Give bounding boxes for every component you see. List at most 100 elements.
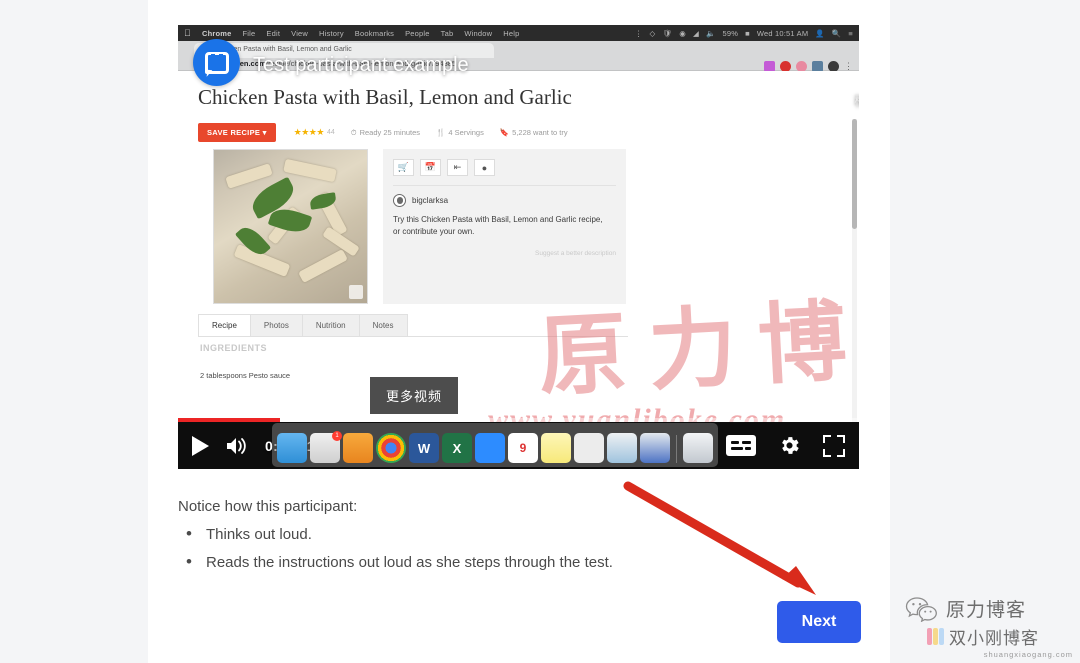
dock-item-screenshot-tool[interactable]	[574, 433, 604, 463]
blog-watermark-domain: shuangxiaogang.com	[983, 650, 1073, 659]
tab-nutrition[interactable]: Nutrition	[301, 314, 360, 336]
dock-label-excel: X	[452, 440, 462, 456]
dock-item-google-chrome[interactable]	[376, 433, 406, 463]
recipe-action-buttons: 🛒 📅 ⇤ ●	[383, 149, 626, 176]
author-username: bigclarksa	[412, 196, 449, 205]
next-button[interactable]: Next	[777, 601, 861, 643]
battery-icon[interactable]: ■	[745, 29, 750, 38]
dock-item-calendar[interactable]: 9	[508, 433, 538, 463]
menu-item-bookmarks[interactable]: Bookmarks	[355, 29, 394, 38]
cart-icon[interactable]: 🛒	[393, 159, 414, 176]
dropbox-icon[interactable]: ◇	[650, 29, 656, 38]
want-to-try-label: 5,228 want to try	[512, 128, 568, 137]
dock-item-sketch[interactable]	[607, 433, 637, 463]
instructions-block: Notice how this participant: Thinks out …	[178, 498, 738, 582]
bluetooth-icon[interactable]: ⋮	[635, 29, 643, 38]
apple-logo-icon: 	[184, 28, 191, 38]
save-recipe-label: SAVE RECIPE	[207, 128, 261, 137]
recipe-description: Try this Chicken Pasta with Basil, Lemon…	[393, 215, 603, 236]
calendar-icon[interactable]: 📅	[420, 159, 441, 176]
pasta-illustration	[214, 150, 367, 303]
recipe-meta-row: SAVE RECIPE ▾ ★★★★ 44 ⏱ Ready 25 minutes	[198, 123, 568, 142]
volume-icon	[225, 436, 249, 456]
menubar-clock[interactable]: Wed 10:51 AM	[757, 29, 808, 38]
recipe-rating: ★★★★ 44	[294, 127, 335, 138]
save-recipe-button[interactable]: SAVE RECIPE ▾	[198, 123, 276, 142]
dock-item-microsoft-word[interactable]: W	[409, 433, 439, 463]
menu-item-window[interactable]: Window	[464, 29, 492, 38]
next-button-label: Next	[801, 613, 837, 630]
servings-icon: 🍴	[436, 128, 446, 137]
suggest-description-link[interactable]: Suggest a better description	[383, 238, 626, 257]
mac-dock: 1 W X 9	[272, 423, 718, 467]
search-icon[interactable]: 🔍	[832, 29, 842, 38]
dock-item-zoom[interactable]	[475, 433, 505, 463]
menu-item-view[interactable]: View	[291, 29, 308, 38]
gear-icon[interactable]	[778, 434, 801, 457]
menu-item-file[interactable]: File	[243, 29, 256, 38]
tab-notes[interactable]: Notes	[358, 314, 408, 336]
dock-item-trash[interactable]	[683, 433, 713, 463]
wifi-icon[interactable]: ◢	[693, 29, 699, 38]
shield-icon[interactable]: 🛡	[663, 29, 673, 38]
watch-later-action[interactable]: 稍后观看	[854, 59, 859, 109]
menu-item-chrome[interactable]: Chrome	[202, 29, 232, 38]
recipe-author[interactable]: bigclarksa	[383, 186, 626, 207]
dock-item-preview[interactable]	[640, 433, 670, 463]
menu-item-tab[interactable]: Tab	[441, 29, 454, 38]
recipe-side-panel: 🛒 📅 ⇤ ● bigclarksa Try this Chicken Past…	[383, 149, 626, 304]
menu-item-help[interactable]: Help	[503, 29, 519, 38]
list-item: Reads the instructions out loud as she s…	[178, 552, 738, 572]
video-player[interactable]:  Chrome File Edit View History Bookmark…	[178, 25, 859, 469]
menu-item-history[interactable]: History	[319, 29, 344, 38]
dock-separator	[676, 435, 677, 463]
blog-watermark-subtitle: 双小刚博客	[949, 629, 1039, 648]
chevron-down-icon: ▾	[262, 128, 267, 137]
tab-recipe[interactable]: Recipe	[198, 314, 251, 336]
page-left-gutter	[0, 0, 148, 663]
volume-button[interactable]	[225, 436, 249, 456]
tab-photos[interactable]: Photos	[249, 314, 303, 336]
wechat-icon	[905, 596, 939, 622]
dock-item-microsoft-excel[interactable]: X	[442, 433, 472, 463]
bigoven-recipe-page: Chicken Pasta with Basil, Lemon and Garl…	[178, 71, 859, 469]
control-center-icon[interactable]: ≡	[848, 29, 853, 38]
recipe-want-to-try: 🔖 5,228 want to try	[500, 128, 568, 137]
page-right-gutter	[890, 0, 1080, 663]
photo-badge-icon	[349, 285, 363, 299]
recipe-tab-bar: Recipe Photos Nutrition Notes	[198, 314, 628, 337]
fullscreen-icon[interactable]	[823, 434, 845, 457]
menu-item-edit[interactable]: Edit	[266, 29, 280, 38]
stars-icon: ★★★★	[293, 127, 325, 137]
user-icon[interactable]: 👤	[815, 29, 825, 38]
recipe-servings: 🍴 4 Servings	[436, 128, 484, 137]
share-icon[interactable]: ⇤	[447, 159, 468, 176]
dock-item-finder[interactable]	[277, 433, 307, 463]
mac-menu-bar:  Chrome File Edit View History Bookmark…	[178, 25, 859, 41]
recipe-photo[interactable]	[213, 149, 368, 304]
page-scrollbar[interactable]	[852, 119, 857, 464]
ingredients-heading: INGREDIENTS	[200, 343, 268, 353]
dock-item-notes[interactable]	[541, 433, 571, 463]
closed-captions-icon[interactable]	[726, 435, 756, 456]
list-item: Thinks out loud.	[178, 524, 738, 544]
more-icon[interactable]: ●	[474, 159, 495, 176]
watch-later-label: 稍后观看	[854, 90, 859, 109]
ready-time-label: Ready 25 minutes	[359, 128, 421, 137]
screenshot-root:  Chrome File Edit View History Bookmark…	[0, 0, 1080, 663]
dock-label-calendar: 9	[519, 441, 527, 455]
dock-item-launchpad[interactable]: 1	[310, 431, 342, 463]
play-button[interactable]	[192, 435, 209, 456]
dock-item-notes-orange[interactable]	[343, 433, 373, 463]
recorded-screen:  Chrome File Edit View History Bookmark…	[178, 25, 859, 469]
servings-label: 4 Servings	[448, 128, 484, 137]
menu-item-people[interactable]: People	[405, 29, 430, 38]
dock-label-word: W	[417, 440, 431, 456]
usertesting-u-logo[interactable]	[193, 39, 240, 86]
rainbow-bars-icon	[927, 628, 944, 645]
volume-icon[interactable]: 🔈	[706, 29, 716, 38]
headphones-icon[interactable]: ◉	[679, 29, 686, 38]
instructions-list: Thinks out loud. Reads the instructions …	[178, 524, 738, 572]
ingredient-item: 2 tablespoons Pesto sauce	[200, 371, 291, 380]
blog-watermark: 原力博客 双小刚博客 shuangxiaogang.com	[905, 595, 1075, 659]
